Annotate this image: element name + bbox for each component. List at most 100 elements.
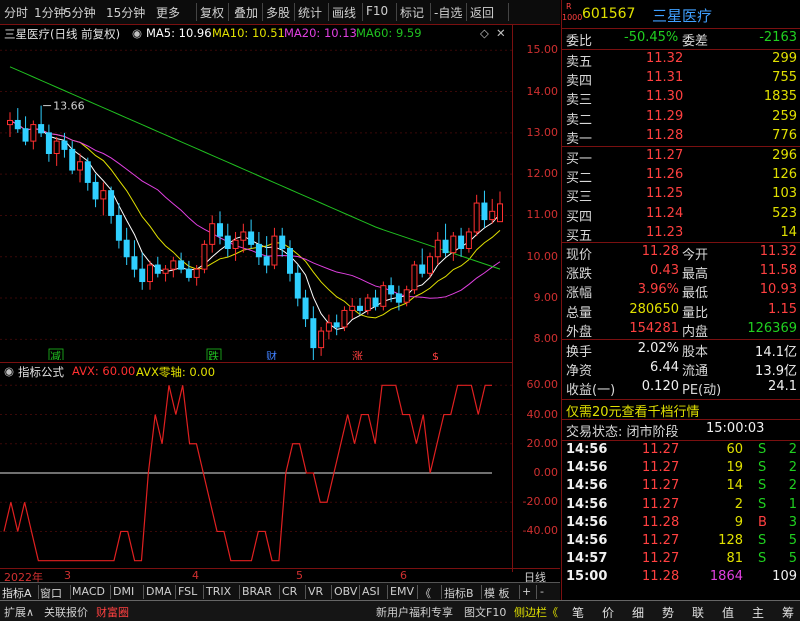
bid-row[interactable]: 买四 11.24 523 [562,206,800,225]
quote-row: 涨幅 3.96% 最低 10.93 [562,282,800,301]
indicator-tab-14[interactable]: 指标B [444,585,474,601]
indicator-tick-0: 60.00 [526,378,559,392]
panel-tab-4[interactable]: 联 [692,604,704,621]
candle-body [201,243,208,270]
quote-label: 涨幅 [566,286,593,302]
indicator-tab-5[interactable]: FSL [178,585,197,598]
status-right-0[interactable]: 新用户福利专享 [376,604,453,620]
ask-row[interactable]: 卖一 11.28 776 [562,128,800,147]
chart-marker-0[interactable]: 减 [50,350,61,360]
indicator-tab-1[interactable]: 窗口 [40,585,62,601]
ma60-line [9,66,501,270]
quote-value: 280650 [629,301,679,317]
candle-body [287,247,293,274]
chart-toolbar: 分时 1分钟 5分钟 15分钟 更多 复权 叠加 多股 统计 画线 F10 标记 -自选 返回 [0,0,560,25]
toolbar-item-4[interactable]: 更多 [156,4,180,21]
panel-tab-6[interactable]: 主 [752,604,764,621]
weicha-label: 委差 [682,34,709,49]
indicator-tab-10[interactable]: OBV [334,585,357,598]
tick-price: 11.27 [642,478,680,494]
toolbar-item-1[interactable]: 1分钟 [34,4,66,21]
book-label: 买四 [566,209,593,225]
candle-body [232,239,239,249]
ask-row[interactable]: 卖四 11.31 755 [562,70,800,89]
ask-row[interactable]: 卖三 11.30 1835 [562,89,800,108]
candlestick-chart[interactable]: 13.667.46减跌财涨$ [0,42,512,360]
panel-tab-2[interactable]: 细 [632,604,644,621]
ma20-line [9,120,501,299]
weibi-value: -50.45% [624,30,679,45]
indicator-tab-11[interactable]: ASI [362,585,380,598]
avx-indicator-chart[interactable] [0,378,512,568]
candle-body [61,140,68,150]
indicator-tab-9[interactable]: VR [308,585,323,598]
indicator-tab-4[interactable]: DMA [146,585,172,598]
indicator-tab-8[interactable]: CR [282,585,297,598]
chart-marker-2[interactable]: 财 [266,349,277,360]
status-right-1[interactable]: 图文F10 [464,604,506,620]
toolbar-item-13[interactable]: 返回 [470,4,494,21]
ask-row[interactable]: 卖五 11.32 299 [562,51,800,70]
ask-row[interactable]: 卖二 11.29 259 [562,109,800,128]
status-right-2[interactable]: 侧边栏《 [514,604,558,620]
candle-body [30,124,37,142]
indicator-tab-3[interactable]: DMI [113,585,134,598]
bid-row[interactable]: 买一 11.27 296 [562,148,800,167]
candle-body [403,289,410,303]
panel-tab-7[interactable]: 筹 [782,604,794,621]
bid-row[interactable]: 买二 11.26 126 [562,167,800,186]
indicator-tab-12[interactable]: EMV [390,585,414,598]
toolbar-item-5[interactable]: 复权 [200,4,224,21]
toolbar-item-9[interactable]: 画线 [332,4,356,21]
panel-tab-3[interactable]: 势 [662,604,674,621]
toolbar-item-8[interactable]: 统计 [298,4,322,21]
diamond-icon[interactable]: ◇ [480,26,489,40]
chart-header: 三星医疗(日线 前复权) ◉ MA5: 10.96 MA10: 10.51 MA… [0,24,512,42]
toolbar-item-0[interactable]: 分时 [4,4,28,21]
indicator-tab-16[interactable]: + [522,585,531,598]
chart-marker-4[interactable]: $ [432,350,439,360]
close-icon[interactable]: ✕ [496,26,506,40]
chart-marker-1[interactable]: 跌 [208,349,219,360]
indicator-tab-15[interactable]: 模 板 [484,585,510,601]
candle-body [162,268,169,274]
panel-tab-1[interactable]: 价 [602,604,614,621]
indicator-settings-icon[interactable]: ◉ [4,364,14,378]
quote-row: 外盘 154281 内盘 126369 [562,321,800,340]
candle-body [147,264,153,283]
bid-row[interactable]: 买三 11.25 103 [562,186,800,205]
indicator-tab-2[interactable]: MACD [72,585,105,598]
indicator-tab-13[interactable]: 《 [420,585,431,601]
indicator-tab-17[interactable]: - [540,585,544,598]
badge-r: R [566,2,572,11]
toolbar-item-2[interactable]: 5分钟 [64,4,96,21]
status-left-2[interactable]: 财富圈 [96,604,129,620]
ma-settings-icon[interactable]: ◉ [132,26,142,40]
chart-marker-3[interactable]: 涨 [352,350,363,360]
bid-row[interactable]: 买五 11.23 14 [562,225,800,244]
toolbar-item-11[interactable]: 标记 [400,4,424,21]
quote-row: 总量 280650 量比 1.15 [562,302,800,321]
indicator-tab-6[interactable]: TRIX [206,585,231,598]
indicator-tab-7[interactable]: BRAR [242,585,272,598]
panel-tab-0[interactable]: 笔 [572,604,584,621]
status-left-0[interactable]: 扩展∧ [4,604,34,620]
candle-body [108,190,115,216]
toolbar-item-12[interactable]: -自选 [434,4,462,21]
book-price: 11.24 [646,205,684,221]
candle-body [481,202,488,221]
indicator-tab-0[interactable]: 指标A [2,585,32,601]
candle-body [411,264,418,291]
toolbar-item-7[interactable]: 多股 [266,4,290,21]
toolbar-item-10[interactable]: F10 [366,4,388,18]
panel-tab-5[interactable]: 值 [722,604,734,621]
stats-row: 收益(一) 0.120 PE(动) 24.1 [562,379,800,398]
candle-body [100,190,107,200]
candle-body [115,214,122,241]
status-left-1[interactable]: 关联报价 [44,604,88,620]
promo-link[interactable]: 仅需20元查看千档行情 [562,401,800,420]
indicator-tabs: 指标A 窗口 MACD DMI DMA FSL TRIX BRAR CR VR OBV ASI EMV 《… [0,582,560,601]
toolbar-item-6[interactable]: 叠加 [234,4,258,21]
toolbar-item-3[interactable]: 15分钟 [106,4,145,21]
tick-price: 11.27 [642,496,680,512]
